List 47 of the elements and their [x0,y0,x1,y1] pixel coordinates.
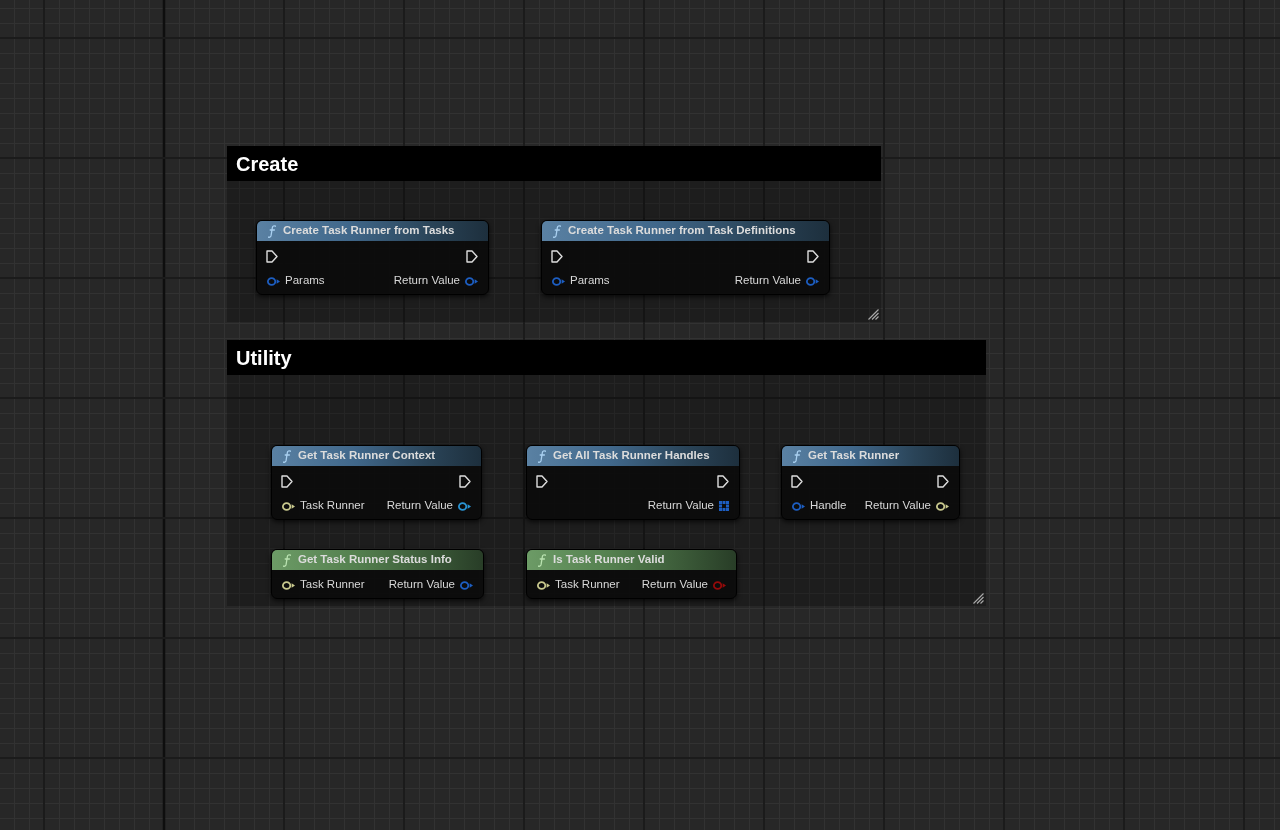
pin-label: Params [570,275,610,287]
node-title: Create Task Runner from Tasks [283,225,455,237]
function-icon [538,449,546,463]
exec-pin-icon[interactable] [281,474,293,488]
exec-pin-icon[interactable] [536,474,548,488]
exec-pin-icon[interactable] [717,474,729,488]
node-title: Is Task Runner Valid [553,554,665,566]
exec-pin-icon[interactable] [266,249,278,263]
node-title: Create Task Runner from Task Definitions [568,225,796,237]
array-pin-icon[interactable] [719,501,729,511]
pin-icon[interactable] [936,501,949,511]
resize-handle-icon[interactable] [868,309,879,320]
pin-label: Return Value [386,500,453,512]
function-icon [793,449,801,463]
pin-label: Task Runner [300,579,365,591]
function-icon [268,224,276,238]
exec-pin-icon[interactable] [791,474,803,488]
pin-label: Return Value [647,500,714,512]
exec-pin-icon[interactable] [807,249,819,263]
pin-label: Task Runner [300,500,365,512]
pin-label: Return Value [641,579,708,591]
function-icon [283,553,291,567]
node-title: Get Task Runner Context [298,450,436,462]
node-title: Get All Task Runner Handles [553,450,710,462]
pin-icon[interactable] [537,580,550,590]
pin-label: Return Value [393,275,460,287]
exec-pin-icon[interactable] [937,474,949,488]
pin-label: Return Value [388,579,455,591]
pin-label: Handle [810,500,847,512]
node-title: Get Task Runner Status Info [298,554,452,566]
function-icon [553,224,561,238]
function-icon [283,449,291,463]
pin-label: Return Value [864,500,931,512]
pin-icon[interactable] [282,501,295,511]
resize-handle-icon[interactable] [973,593,984,604]
pin-icon[interactable] [458,501,471,511]
comment-title: Create [227,146,881,181]
exec-pin-icon[interactable] [466,249,478,263]
exec-pin-icon[interactable] [551,249,563,263]
pin-icon[interactable] [282,580,295,590]
node-title: Get Task Runner [808,450,900,462]
pin-label: Params [285,275,325,287]
function-icon [538,553,546,567]
exec-pin-icon[interactable] [459,474,471,488]
pin-label: Task Runner [555,579,620,591]
comment-title: Utility [227,340,986,375]
pin-label: Return Value [734,275,801,287]
